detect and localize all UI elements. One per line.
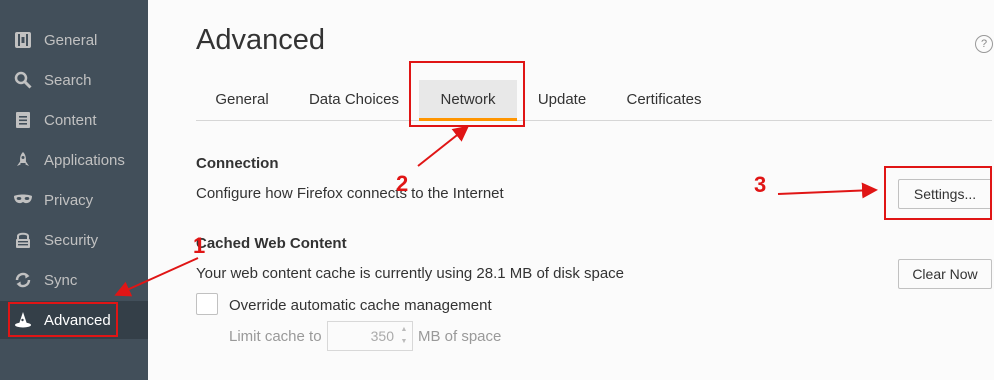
limit-cache-label: Limit cache to — [229, 328, 322, 345]
sidebar-item-label: Sync — [44, 271, 78, 289]
tab-bar: General Data Choices Network Update Cert… — [196, 80, 992, 121]
connection-description: Configure how Firefox connects to the In… — [196, 185, 504, 202]
cache-heading: Cached Web Content — [196, 235, 347, 252]
tab-certificates[interactable]: Certificates — [622, 80, 706, 120]
sync-icon — [12, 269, 34, 291]
security-icon — [12, 229, 34, 251]
annotation-box-network — [409, 61, 525, 127]
sidebar-item-label: Search — [44, 71, 92, 89]
tab-update[interactable]: Update — [532, 80, 592, 120]
sidebar-item-privacy[interactable]: Privacy — [0, 181, 148, 219]
sidebar-item-search[interactable]: Search — [0, 61, 148, 99]
cache-size-input[interactable]: 350 ▲ ▼ — [327, 321, 413, 351]
limit-cache-suffix: MB of space — [418, 328, 502, 345]
help-icon[interactable]: ? — [975, 35, 993, 53]
annotation-number-1: 1 — [193, 233, 206, 258]
sidebar-item-label: Content — [44, 111, 97, 129]
annotation-box-advanced — [8, 302, 118, 337]
rocket-icon — [12, 149, 34, 171]
override-cache-checkbox[interactable] — [196, 293, 218, 315]
document-icon — [12, 109, 34, 131]
connection-heading: Connection — [196, 155, 279, 172]
annotation-number-2: 2 — [396, 171, 409, 196]
tab-data-choices[interactable]: Data Choices — [304, 80, 404, 120]
sidebar-item-applications[interactable]: Applications — [0, 141, 148, 179]
general-icon — [12, 29, 34, 51]
annotation-arrow-3 — [777, 182, 878, 199]
sidebar-item-label: Security — [44, 231, 99, 249]
page-title: Advanced — [196, 24, 325, 56]
sidebar-item-security[interactable]: Security — [0, 221, 148, 259]
annotation-number-3: 3 — [754, 172, 767, 197]
sidebar-item-general[interactable]: General — [0, 21, 148, 59]
annotation-arrow-2 — [417, 125, 470, 167]
tab-general[interactable]: General — [206, 80, 278, 120]
cache-usage-text: Your web content cache is currently usin… — [196, 265, 625, 282]
sidebar-item-label: Applications — [44, 151, 125, 169]
sidebar-item-sync[interactable]: Sync — [0, 261, 148, 299]
sidebar-item-label: General — [44, 31, 98, 49]
annotation-box-settings — [884, 166, 992, 220]
sidebar-item-content[interactable]: Content — [0, 101, 148, 139]
cache-size-value: 350 — [370, 328, 394, 344]
sidebar-item-label: Privacy — [44, 191, 94, 209]
mask-icon — [12, 189, 34, 211]
override-cache-label[interactable]: Override automatic cache management — [229, 297, 492, 314]
clear-now-button[interactable]: Clear Now — [898, 259, 992, 289]
spinner-arrows-icon[interactable]: ▲ ▼ — [398, 324, 410, 348]
search-icon — [12, 69, 34, 91]
